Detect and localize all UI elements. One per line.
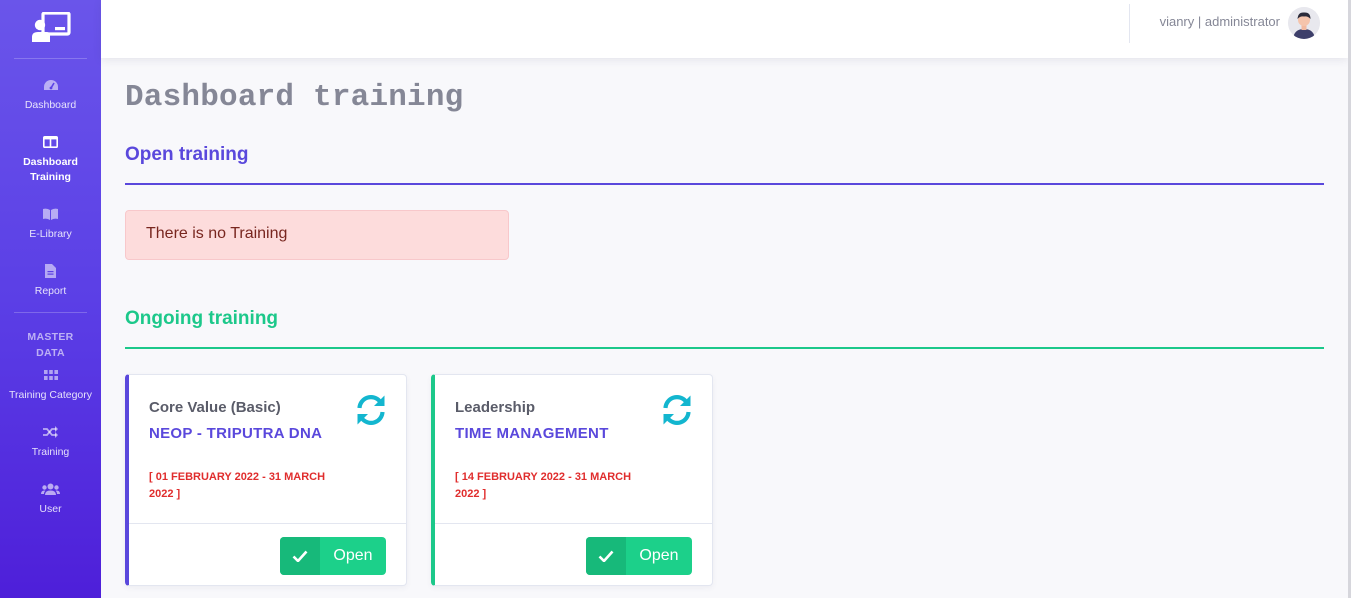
training-card: Core Value (Basic) NEOP - TRIPUTRA DNA [… [125,374,407,586]
open-training-divider [125,183,1324,185]
training-category: Core Value (Basic) [149,399,281,416]
sidebar-item-dashboard[interactable]: Dashboard [0,78,101,113]
card-footer-divider [435,523,712,524]
sidebar-divider [14,58,87,59]
brand-logo[interactable] [0,0,101,58]
sidebar-item-dashboard-training[interactable]: Dashboard Training [0,135,101,185]
training-category: Leadership [455,399,536,416]
columns-icon [43,135,58,149]
ongoing-training-heading: Ongoing training [125,308,279,329]
training-name: NEOP - TRIPUTRA DNA [149,425,323,442]
training-name: TIME MANAGEMENT [455,425,609,442]
open-training-button[interactable]: Open [280,537,386,575]
topbar: vianry | administrator [101,0,1348,58]
sidebar-item-label: Report [34,285,67,297]
user-avatar-icon[interactable] [1288,7,1320,39]
training-date-range: [ 01 FEBRUARY 2022 - 31 MARCH 2022 ] [149,471,326,500]
sync-icon [354,393,388,427]
sidebar-item-report[interactable]: Report [0,264,101,299]
training-date-range: [ 14 FEBRUARY 2022 - 31 MARCH 2022 ] [455,471,632,500]
check-icon [586,537,626,575]
sidebar-item-training-category[interactable]: Training Category [0,368,101,403]
sidebar-item-label: Dashboard Training [23,156,78,183]
sidebar-divider [14,312,87,313]
training-card: Leadership TIME MANAGEMENT [ 14 FEBRUARY… [431,374,713,586]
topbar-divider [1129,4,1130,43]
sidebar-item-label: Dashboard [24,99,77,111]
ongoing-training-divider [125,347,1324,349]
sidebar-item-training[interactable]: Training [0,425,101,460]
page-title: Dashboard training [125,80,464,115]
sync-icon [660,393,694,427]
tachometer-icon [43,78,59,92]
sidebar-item-label: User [39,503,62,515]
no-training-alert: There is no Training [125,210,509,260]
sidebar: Dashboard Dashboard Training E-Library R… [0,0,101,598]
random-icon [43,425,58,439]
book-open-icon [42,207,59,221]
open-training-heading: Open training [125,144,249,165]
th-icon [43,368,58,382]
file-icon [45,264,56,278]
sidebar-item-label: Training Category [8,389,93,401]
users-icon [41,482,60,496]
sidebar-heading-master-data: MASTER DATA [27,331,74,359]
sidebar-item-label: Training [31,446,70,458]
sidebar-item-label: E-Library [29,228,72,240]
sidebar-item-e-library[interactable]: E-Library [0,207,101,242]
open-training-button[interactable]: Open [586,537,692,575]
card-footer-divider [129,523,406,524]
user-name-label[interactable]: vianry | administrator [1160,14,1280,29]
sidebar-item-user[interactable]: User [0,482,101,517]
open-button-label: Open [333,547,373,564]
check-icon [280,537,320,575]
chalkboard-teacher-icon [31,10,71,47]
open-button-label: Open [639,547,679,564]
